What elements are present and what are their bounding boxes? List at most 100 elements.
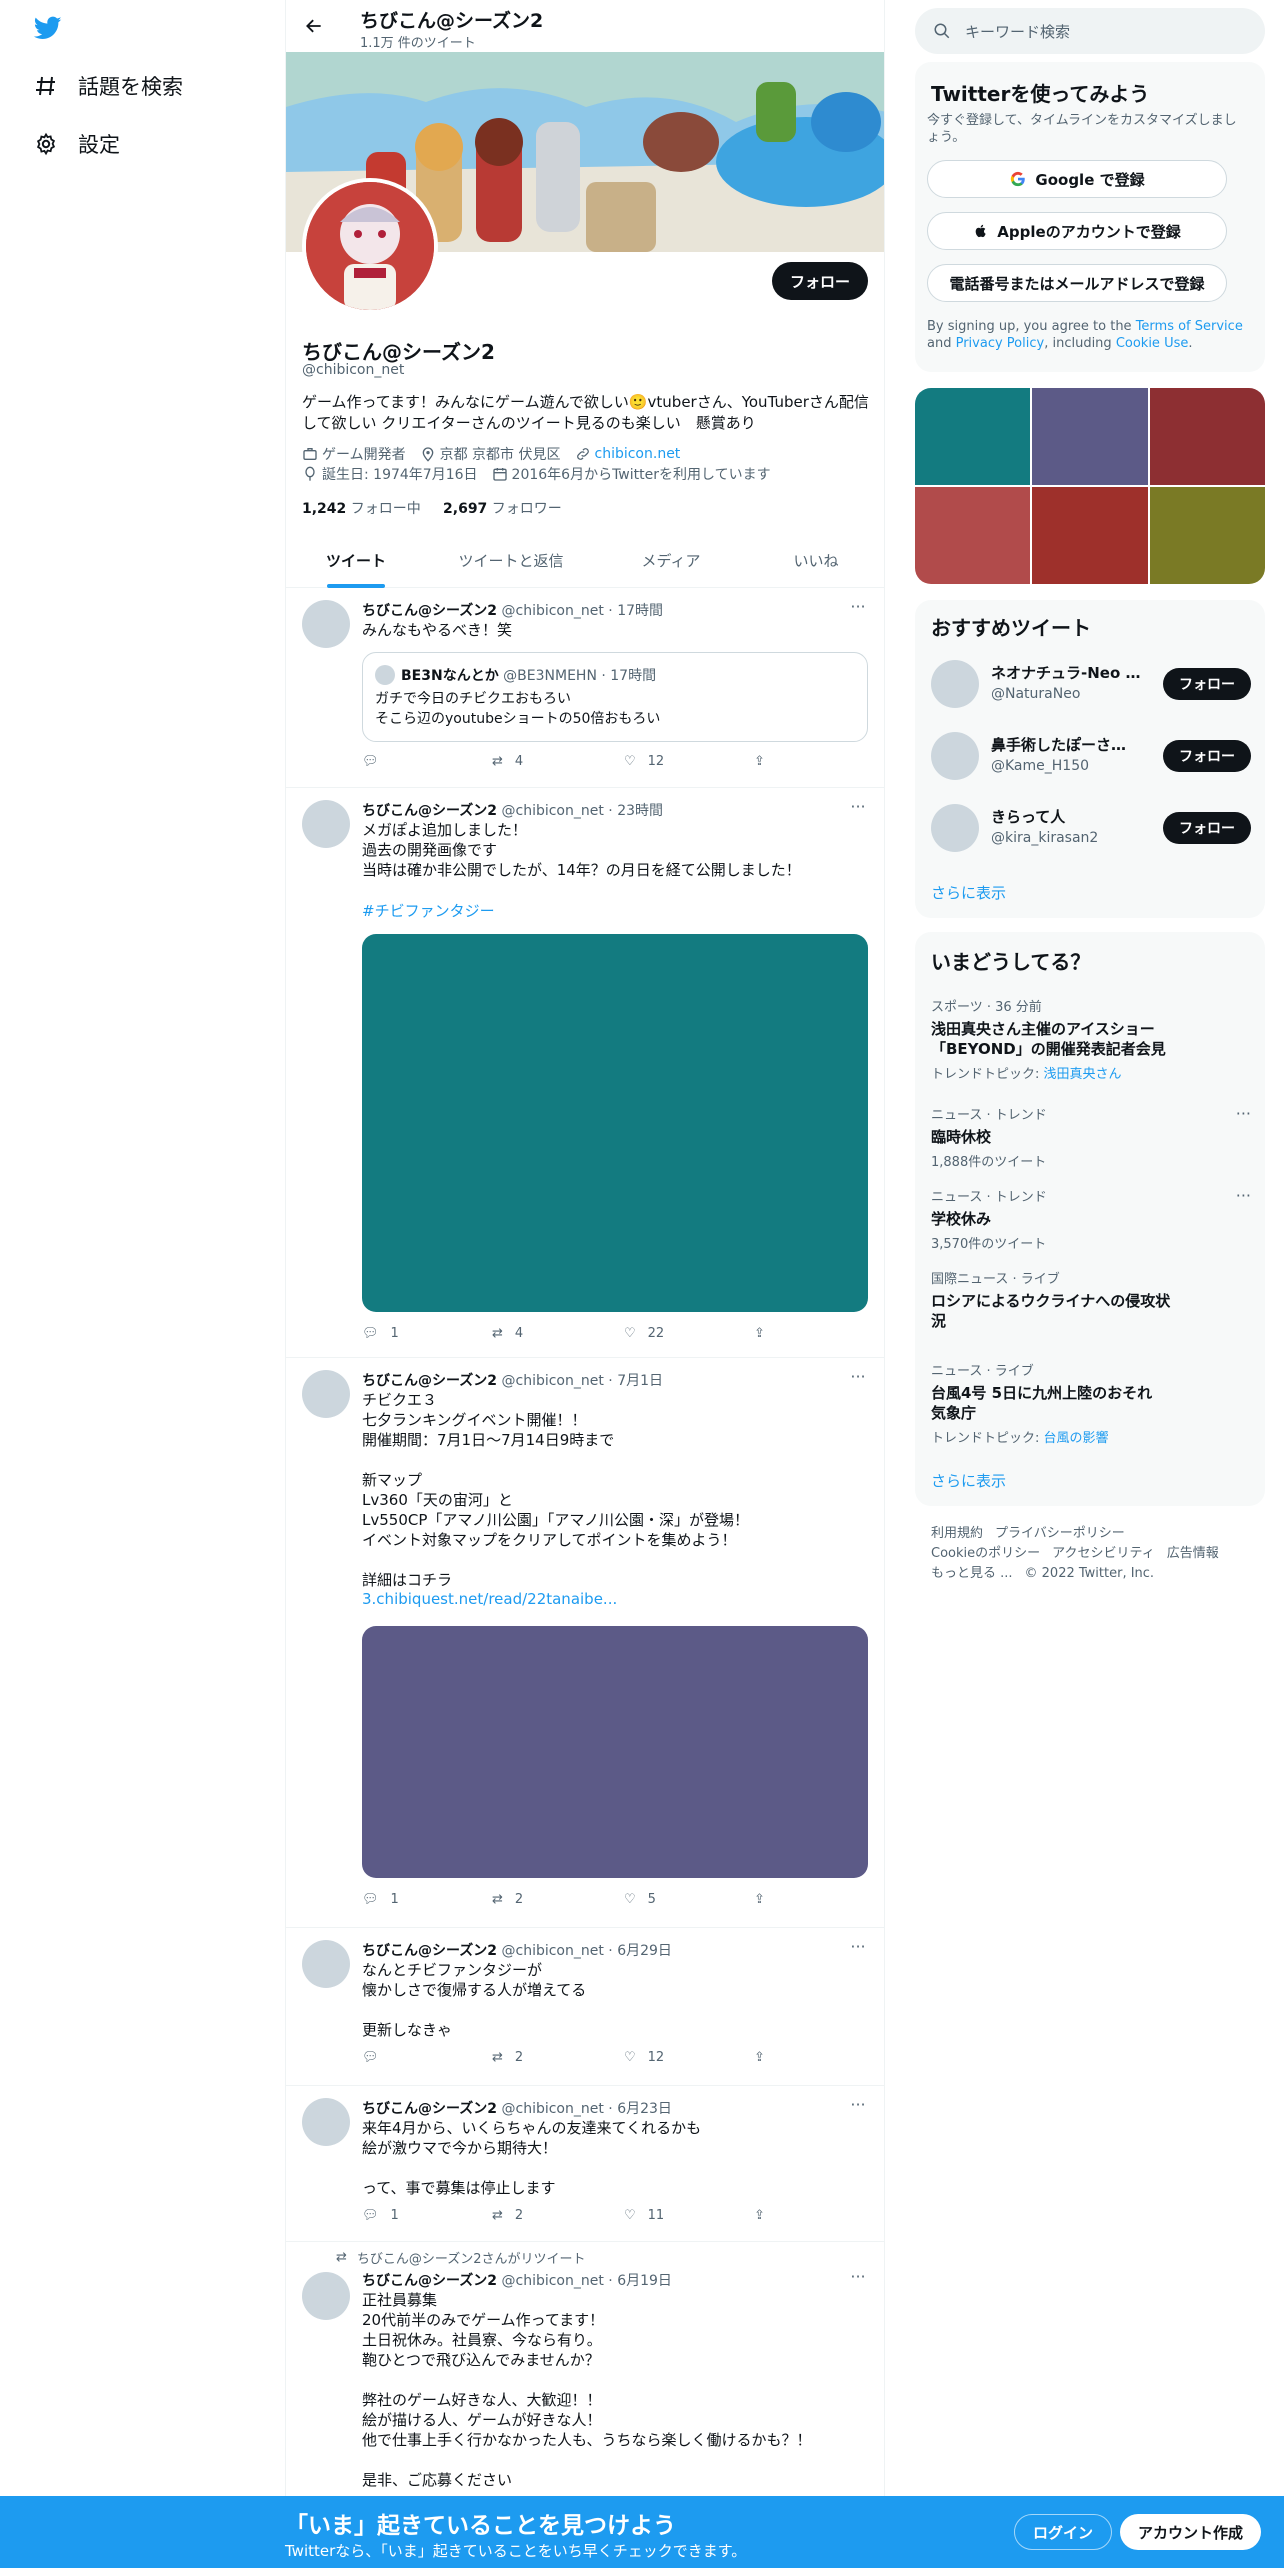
retweet-button[interactable]: ⇄ 4 — [492, 1326, 523, 1341]
back-arrow-icon[interactable] — [300, 12, 328, 40]
profile-website-link[interactable]: chibicon.net — [595, 446, 681, 462]
more-options-icon[interactable]: ··· — [848, 1369, 868, 1392]
reply-button[interactable]: 💬︎ — [362, 754, 391, 769]
footer-link[interactable]: 利用規約 — [931, 1526, 983, 1541]
avatar[interactable] — [302, 800, 350, 848]
quoted-tweet[interactable]: BE3Nなんとか @BE3NMEHN · 17時間 ガチで今日のチビクエおもろい… — [362, 652, 868, 742]
trend-item[interactable]: ニュース · トレンド 臨時休校 1,888件のツイート ··· — [931, 1104, 1251, 1170]
footer-link[interactable]: 広告情報 — [1167, 1546, 1219, 1561]
footer-link[interactable]: アクセシビリティ — [1052, 1546, 1155, 1561]
apple-signup-button[interactable]: Appleのアカウントで登録 — [927, 212, 1227, 250]
more-options-icon[interactable]: ··· — [1236, 1186, 1251, 1205]
tweet-author[interactable]: ちびこん@シーズン2 — [362, 2101, 497, 2117]
tab-media[interactable]: メディア — [596, 532, 746, 588]
more-options-icon[interactable]: ··· — [848, 2269, 868, 2292]
share-button[interactable]: ⇪ — [754, 2050, 765, 2065]
follow-button[interactable]: フォロー — [1163, 740, 1251, 772]
tweet-media-image[interactable] — [362, 934, 868, 1312]
avatar[interactable] — [931, 804, 979, 852]
retweet-button[interactable]: ⇄ 2 — [492, 2050, 523, 2065]
nav-explore[interactable]: 話題を検索 — [32, 64, 183, 108]
twitter-logo-icon[interactable] — [32, 14, 64, 42]
like-button[interactable]: ♡ 12 — [624, 2050, 664, 2065]
trend-item[interactable]: スポーツ · 36 分前 浅田真央さん主催のアイスショー「BEYOND」の開催発… — [931, 996, 1251, 1082]
media-thumb[interactable] — [915, 487, 1031, 584]
tweet[interactable]: ちびこん@シーズン2 @chibicon_net · 17時間 ··· みんなも… — [286, 588, 884, 788]
avatar[interactable] — [302, 2098, 350, 2146]
share-button[interactable]: ⇪ — [754, 1892, 765, 1907]
trend-item[interactable]: ニュース · ライブ 台風4号 5日に九州上陸のおそれ 気象庁 トレンドトピック… — [931, 1360, 1251, 1446]
tweet-author[interactable]: ちびこん@シーズン2 — [362, 2273, 497, 2289]
reply-button[interactable]: 💬︎ 1 — [362, 2208, 399, 2223]
avatar[interactable] — [302, 600, 350, 648]
share-button[interactable]: ⇪ — [754, 1326, 765, 1341]
reply-button[interactable]: 💬︎ 1 — [362, 1326, 399, 1341]
media-thumb[interactable] — [1032, 487, 1148, 584]
like-button[interactable]: ♡ 5 — [624, 1892, 656, 1907]
phone-email-signup-button[interactable]: 電話番号またはメールアドレスで登録 — [927, 264, 1227, 302]
avatar[interactable] — [302, 1370, 350, 1418]
like-button[interactable]: ♡ 11 — [624, 2208, 664, 2223]
retweet-button[interactable]: ⇄ 2 — [492, 2208, 523, 2223]
tweet[interactable]: ちびこん@シーズン2 @chibicon_net · 6月23日 ··· 来年4… — [286, 2086, 884, 2242]
avatar[interactable] — [302, 2272, 350, 2320]
followers-stat[interactable]: 2,697 フォロワー — [443, 501, 562, 517]
avatar[interactable] — [931, 660, 979, 708]
media-thumb[interactable] — [915, 388, 1031, 485]
media-thumb[interactable] — [1149, 487, 1265, 584]
tweet-author[interactable]: ちびこん@シーズン2 — [362, 1373, 497, 1389]
recommended-account[interactable]: 鼻手術したぽーさん... @Kame_H150 フォロー — [931, 728, 1251, 784]
search-input[interactable]: キーワード検索 — [915, 8, 1265, 54]
tweet-url-link[interactable]: 3.chibiquest.net/read/22tanaibe... — [362, 1590, 617, 1608]
retweet-button[interactable]: ⇄ 4 — [492, 754, 523, 769]
avatar[interactable] — [302, 1940, 350, 1988]
more-options-icon[interactable]: ··· — [848, 2097, 868, 2120]
privacy-link[interactable]: Privacy Policy — [956, 336, 1045, 351]
tab-likes[interactable]: いいね — [746, 532, 884, 588]
google-signup-button[interactable]: Google で登録 — [927, 160, 1227, 198]
tweet[interactable]: ちびこん@シーズン2 @chibicon_net · 7月1日 ··· チビクエ… — [286, 1358, 884, 1928]
tab-tweets[interactable]: ツイート — [286, 532, 426, 588]
like-button[interactable]: ♡ 12 — [624, 754, 664, 769]
retweet-button[interactable]: ⇄ 2 — [492, 1892, 523, 1907]
footer-link[interactable]: プライバシーポリシー — [995, 1526, 1125, 1541]
tweet-author[interactable]: ちびこん@シーズン2 — [362, 603, 497, 619]
recommended-account[interactable]: きらって人 @kira_kirasan2 フォロー — [931, 800, 1251, 856]
reply-button[interactable]: 💬︎ 1 — [362, 1892, 399, 1907]
trend-item[interactable]: 国際ニュース · ライブ ロシアによるウクライナへの侵攻状況 — [931, 1268, 1251, 1331]
hashtag-link[interactable]: #チビファンタジー — [362, 900, 495, 921]
tweet[interactable]: ちびこん@シーズン2 @chibicon_net · 23時間 ··· メガぽよ… — [286, 788, 884, 1358]
reply-button[interactable]: 💬︎ — [362, 2050, 391, 2065]
tab-tweets-and-replies[interactable]: ツイートと返信 — [426, 532, 596, 588]
more-options-icon[interactable]: ··· — [1236, 1104, 1251, 1123]
avatar[interactable] — [931, 732, 979, 780]
like-button[interactable]: ♡ 22 — [624, 1326, 664, 1341]
trend-topic-link[interactable]: 浅田真央さん — [1044, 1067, 1122, 1082]
tweet-author[interactable]: ちびこん@シーズン2 — [362, 803, 497, 819]
footer-more-link[interactable]: もっと見る ... — [931, 1566, 1013, 1581]
show-more-link[interactable]: さらに表示 — [931, 882, 1006, 903]
media-thumb[interactable] — [1149, 388, 1265, 485]
nav-settings[interactable]: 設定 — [32, 122, 120, 166]
more-options-icon[interactable]: ··· — [848, 1939, 868, 1962]
follow-button[interactable]: フォロー — [771, 262, 868, 300]
share-button[interactable]: ⇪ — [754, 2208, 765, 2223]
login-button[interactable]: ログイン — [1014, 2514, 1113, 2550]
terms-link[interactable]: Terms of Service — [1136, 319, 1243, 334]
tweet-author[interactable]: ちびこん@シーズン2 — [362, 1943, 497, 1959]
recommended-account[interactable]: ネオナチュラ-Neo N... @NaturaNeo フォロー — [931, 656, 1251, 712]
trend-topic-link[interactable]: 台風の影響 — [1044, 1431, 1109, 1446]
profile-avatar[interactable] — [302, 178, 438, 314]
following-stat[interactable]: 1,242 フォロー中 — [302, 501, 421, 517]
media-thumb[interactable] — [1032, 388, 1148, 485]
follow-button[interactable]: フォロー — [1163, 668, 1251, 700]
cookie-link[interactable]: Cookie Use — [1116, 336, 1189, 351]
tweet-media-image[interactable] — [362, 1626, 868, 1878]
more-options-icon[interactable]: ··· — [848, 799, 868, 822]
footer-link[interactable]: Cookieのポリシー — [931, 1546, 1040, 1561]
signup-button[interactable]: アカウント作成 — [1120, 2514, 1262, 2550]
share-button[interactable]: ⇪ — [754, 754, 765, 769]
tweet[interactable]: ちびこん@シーズン2 @chibicon_net · 6月29日 ··· なんと… — [286, 1928, 884, 2086]
follow-button[interactable]: フォロー — [1163, 812, 1251, 844]
trend-item[interactable]: ニュース · トレンド 学校休み 3,570件のツイート ··· — [931, 1186, 1251, 1252]
